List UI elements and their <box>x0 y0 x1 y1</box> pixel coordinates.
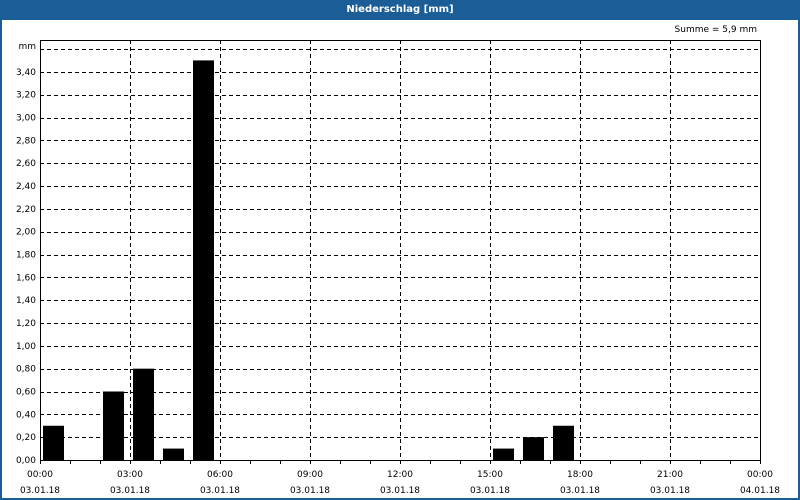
x-tick-date: 03.01.18 <box>560 486 600 496</box>
y-tick-label: 1,60 <box>16 273 36 283</box>
bar <box>163 448 184 460</box>
y-axis-unit: mm <box>18 42 36 52</box>
bar <box>553 425 574 460</box>
bar <box>103 391 124 460</box>
x-tick-date: 03.01.18 <box>290 486 330 496</box>
x-tick-date: 03.01.18 <box>20 486 60 496</box>
bar <box>133 368 154 460</box>
y-tick-label: 0,40 <box>16 410 36 420</box>
x-tick-time: 06:00 <box>207 470 233 480</box>
x-tick-time: 03:00 <box>117 470 143 480</box>
x-tick-date: 03.01.18 <box>200 486 240 496</box>
y-tick-label: 2,40 <box>16 182 36 192</box>
y-tick-label: 0,00 <box>16 456 36 466</box>
x-tick-date: 03.01.18 <box>650 486 690 496</box>
bar <box>193 60 214 461</box>
x-tick-date: 04.01.18 <box>740 486 780 496</box>
y-tick-label: 3,00 <box>16 114 36 124</box>
y-tick-label: 2,00 <box>16 228 36 238</box>
bar <box>523 437 544 460</box>
x-tick-time: 21:00 <box>657 470 683 480</box>
y-tick-label: 1,20 <box>16 319 36 329</box>
precipitation-chart: 0,00 0,20 0,40 0,60 0,80 1,00 1,20 1,40 1,60 1,80… <box>16 40 780 496</box>
x-tick-time: 15:00 <box>477 470 503 480</box>
x-tick-date: 03.01.18 <box>380 486 420 496</box>
x-tick-time: 00:00 <box>747 470 773 480</box>
y-tick-label: 0,20 <box>16 433 36 443</box>
y-tick-label: 2,60 <box>16 159 36 169</box>
bar <box>493 448 514 460</box>
x-tick-time: 00:00 <box>27 470 53 480</box>
y-tick-label: 0,60 <box>16 388 36 398</box>
y-tick-label: 0,80 <box>16 365 36 375</box>
y-tick-label: 1,40 <box>16 296 36 306</box>
y-tick-label: 3,40 <box>16 68 36 78</box>
y-tick-label: 1,80 <box>16 251 36 261</box>
y-tick-label: 2,80 <box>16 136 36 146</box>
x-tick-date: 03.01.18 <box>470 486 510 496</box>
x-tick-time: 18:00 <box>567 470 593 480</box>
y-tick-label: 2,20 <box>16 205 36 215</box>
y-tick-label: 1,00 <box>16 342 36 352</box>
x-tick-time: 12:00 <box>387 470 413 480</box>
bar <box>43 425 64 460</box>
x-tick-date: 03.01.18 <box>110 486 150 496</box>
y-tick-label: 3,20 <box>16 91 36 101</box>
sum-label: Summe = 5,9 mm <box>674 25 757 35</box>
x-tick-time: 09:00 <box>297 470 323 480</box>
